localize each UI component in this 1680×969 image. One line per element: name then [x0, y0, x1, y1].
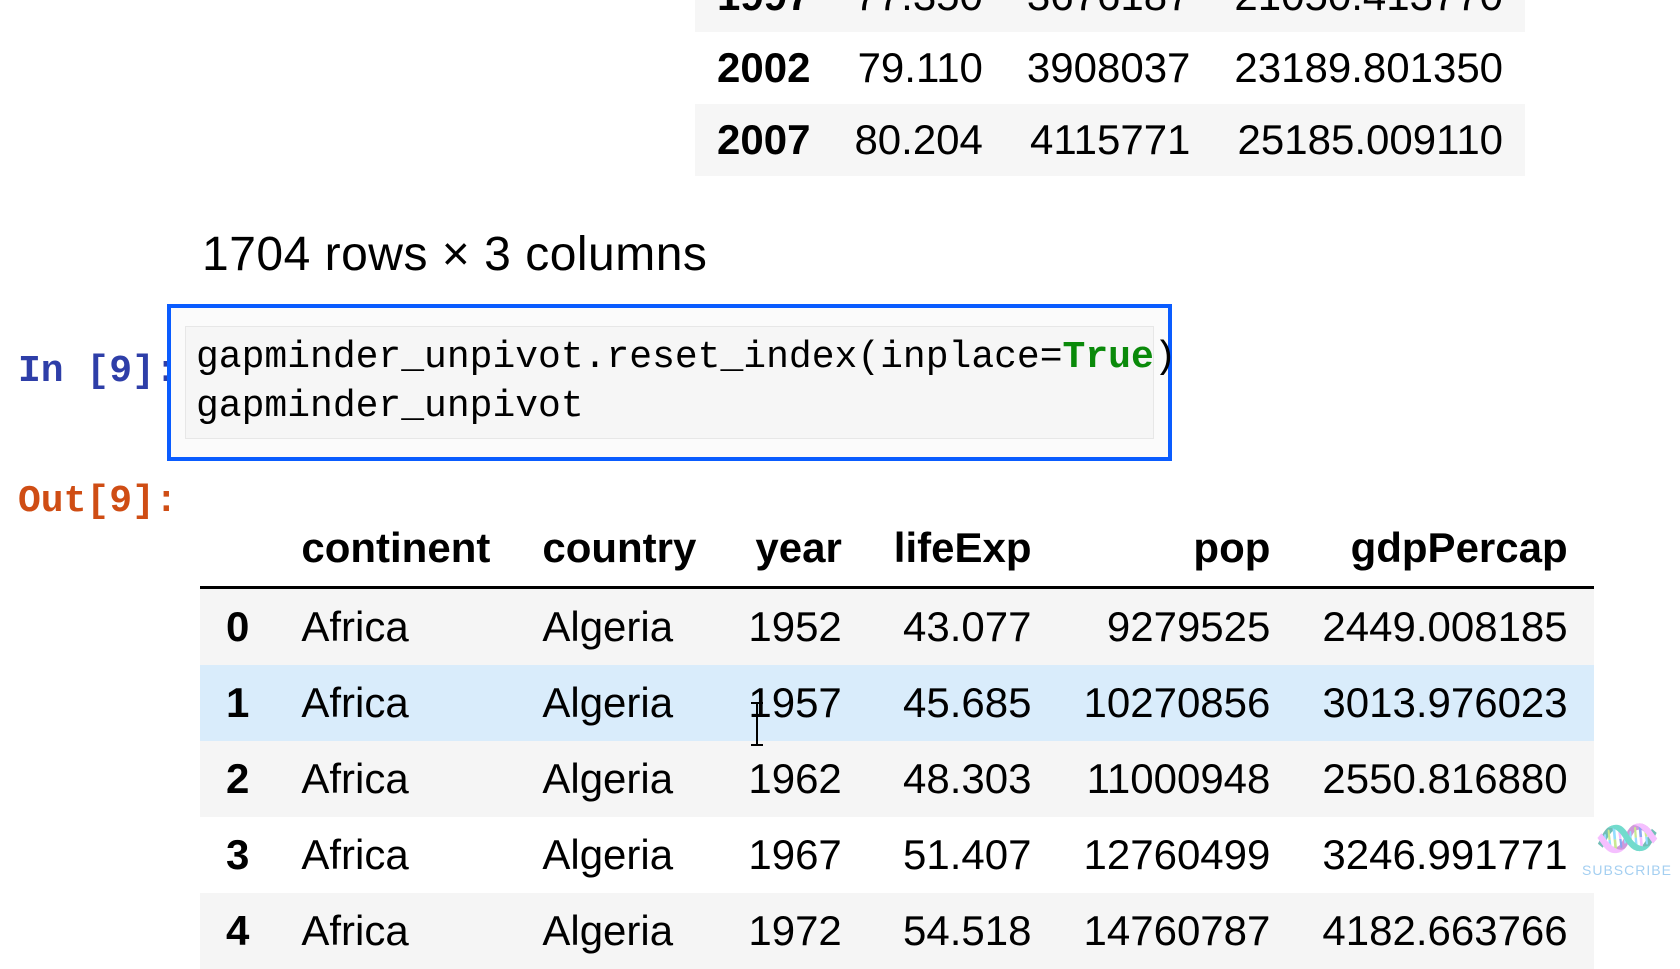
row-index: 4	[200, 893, 275, 969]
col-year: year	[722, 510, 867, 588]
prev-output-table: 1997 77.350 3676187 21050.413770 2002 79…	[695, 0, 1525, 176]
cell-country: Algeria	[516, 588, 722, 666]
prev-pop: 3908037	[1005, 32, 1213, 104]
cell-continent: Africa	[275, 665, 516, 741]
cell-year: 1972	[722, 893, 867, 969]
cell-pop: 11000948	[1058, 741, 1297, 817]
col-pop: pop	[1058, 510, 1297, 588]
cell-continent: Africa	[275, 741, 516, 817]
prev-pop: 3676187	[1005, 0, 1213, 32]
cell-lifeExp: 45.685	[868, 665, 1058, 741]
col-gdp: gdpPercap	[1296, 510, 1593, 588]
code-line-1-post: )	[1154, 336, 1177, 379]
cell-gdp: 2550.816880	[1296, 741, 1593, 817]
table-row: 0 Africa Algeria 1952 43.077 9279525 244…	[200, 588, 1594, 666]
cell-continent: Africa	[275, 588, 516, 666]
cell-country: Algeria	[516, 665, 722, 741]
cell-lifeExp: 51.407	[868, 817, 1058, 893]
cell-gdp: 2449.008185	[1296, 588, 1593, 666]
cell-continent: Africa	[275, 893, 516, 969]
cell-country: Algeria	[516, 817, 722, 893]
cell-continent: Africa	[275, 817, 516, 893]
cell-lifeExp: 43.077	[868, 588, 1058, 666]
cell-pop: 9279525	[1058, 588, 1297, 666]
code-line-2: gapminder_unpivot	[196, 385, 584, 428]
table-header-row: continent country year lifeExp pop gdpPe…	[200, 510, 1594, 588]
prev-gdp: 21050.413770	[1212, 0, 1525, 32]
cell-year: 1952	[722, 588, 867, 666]
cell-pop: 10270856	[1058, 665, 1297, 741]
table-row: 2002 79.110 3908037 23189.801350	[695, 32, 1525, 104]
cell-pop: 12760499	[1058, 817, 1297, 893]
col-country: country	[516, 510, 722, 588]
table-row: 1997 77.350 3676187 21050.413770	[695, 0, 1525, 32]
prev-pop: 4115771	[1005, 104, 1213, 176]
prev-year: 2002	[695, 32, 832, 104]
row-index: 3	[200, 817, 275, 893]
table-row: 4 Africa Algeria 1972 54.518 14760787 41…	[200, 893, 1594, 969]
cell-lifeExp: 54.518	[868, 893, 1058, 969]
col-continent: continent	[275, 510, 516, 588]
code-true-keyword: True	[1063, 336, 1154, 379]
prev-year: 1997	[695, 0, 832, 32]
subscribe-watermark: 🧬 SUBSCRIBE	[1582, 818, 1672, 878]
row-index: 1	[200, 665, 275, 741]
dataframe-dimensions: 1704 rows × 3 columns	[202, 227, 707, 282]
prev-lifeExp: 77.350	[832, 0, 1004, 32]
code-cell[interactable]: gapminder_unpivot.reset_index(inplace=Tr…	[167, 304, 1172, 461]
cell-lifeExp: 48.303	[868, 741, 1058, 817]
cell-country: Algeria	[516, 893, 722, 969]
output-prompt: Out[9]:	[18, 480, 178, 523]
cell-year: 1967	[722, 817, 867, 893]
row-index: 2	[200, 741, 275, 817]
input-prompt: In [9]:	[18, 350, 178, 393]
col-index	[200, 510, 275, 588]
code-editor[interactable]: gapminder_unpivot.reset_index(inplace=Tr…	[185, 326, 1154, 439]
cell-gdp: 4182.663766	[1296, 893, 1593, 969]
prev-lifeExp: 80.204	[832, 104, 1004, 176]
prev-year: 2007	[695, 104, 832, 176]
table-row: 2007 80.204 4115771 25185.009110	[695, 104, 1525, 176]
col-lifeExp: lifeExp	[868, 510, 1058, 588]
prev-gdp: 23189.801350	[1212, 32, 1525, 104]
table-row: 3 Africa Algeria 1967 51.407 12760499 32…	[200, 817, 1594, 893]
row-index: 0	[200, 588, 275, 666]
cell-country: Algeria	[516, 741, 722, 817]
out-dataframe: continent country year lifeExp pop gdpPe…	[200, 510, 1594, 969]
code-line-1-pre: gapminder_unpivot.reset_index(inplace=	[196, 336, 1063, 379]
cell-gdp: 3246.991771	[1296, 817, 1593, 893]
cell-pop: 14760787	[1058, 893, 1297, 969]
prev-gdp: 25185.009110	[1212, 104, 1525, 176]
cell-year: 1962	[722, 741, 867, 817]
cell-gdp: 3013.976023	[1296, 665, 1593, 741]
prev-lifeExp: 79.110	[832, 32, 1004, 104]
cell-year: 1957	[722, 665, 867, 741]
table-row: 1 Africa Algeria 1957 45.685 10270856 30…	[200, 665, 1594, 741]
text-cursor-icon	[756, 702, 758, 746]
table-row: 2 Africa Algeria 1962 48.303 11000948 25…	[200, 741, 1594, 817]
